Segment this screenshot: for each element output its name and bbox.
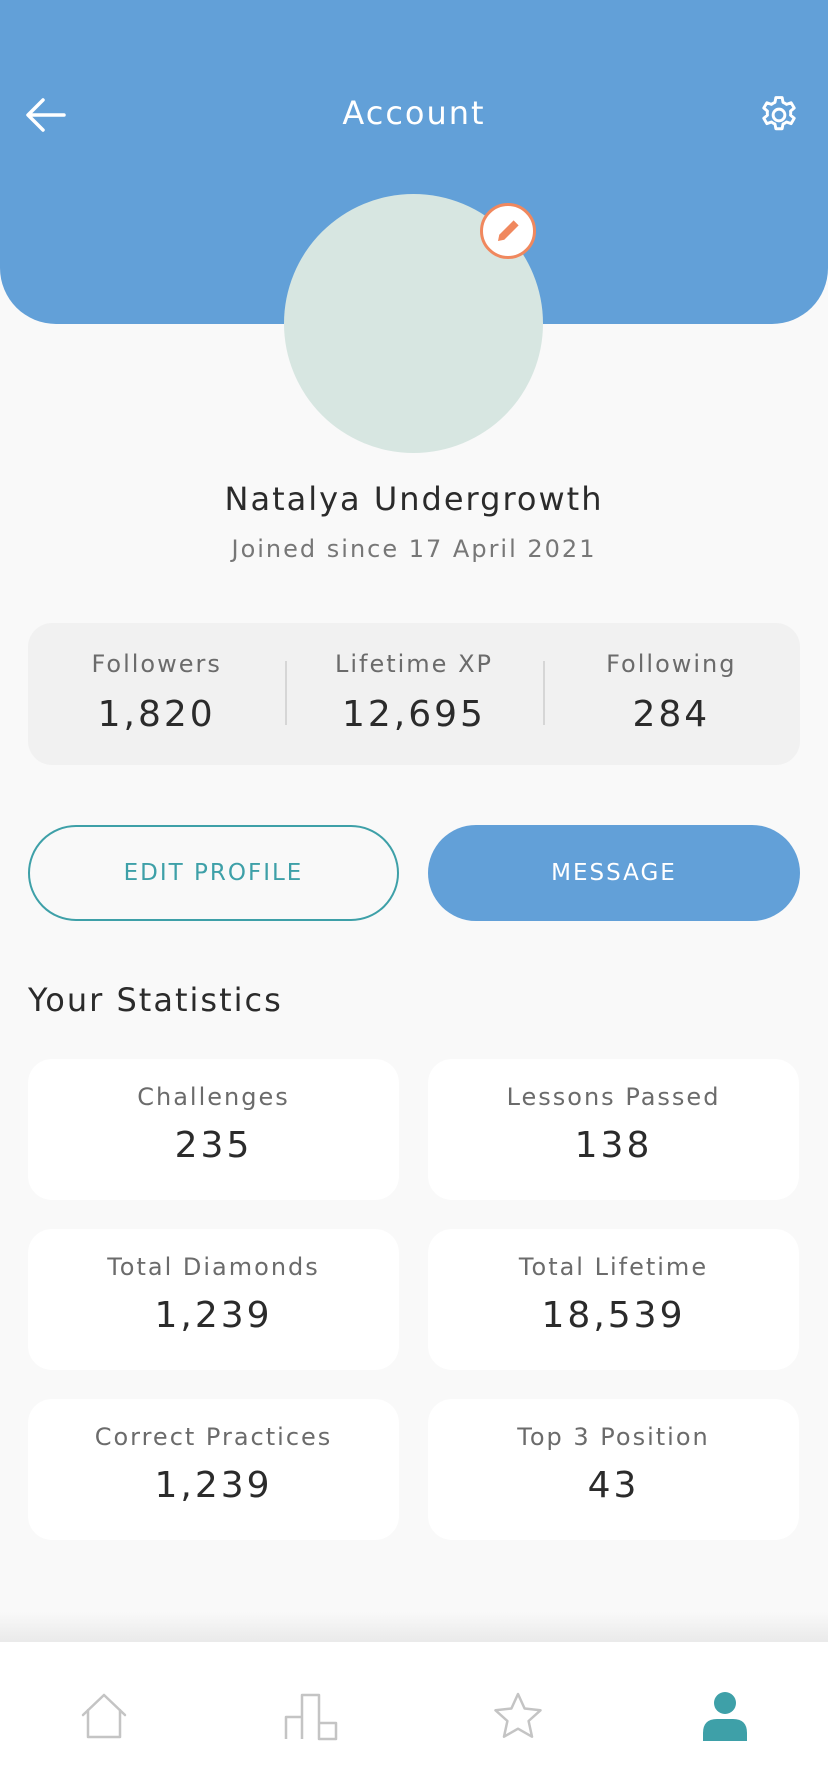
stat-card-lessons-passed: Lessons Passed 138 (428, 1059, 799, 1200)
nav-item-leaderboard[interactable] (207, 1642, 414, 1792)
stat-value: 1,239 (154, 1465, 273, 1506)
stat-card-total-diamonds: Total Diamonds 1,239 (28, 1229, 399, 1370)
leaderboard-icon (284, 1693, 337, 1741)
stat-value: 138 (574, 1125, 653, 1166)
nav-item-favorites[interactable] (414, 1642, 621, 1792)
stat-value: 43 (587, 1465, 640, 1506)
home-icon (81, 1693, 126, 1739)
page-title: Account (342, 94, 486, 132)
stat-label: Challenges (137, 1083, 290, 1111)
edit-profile-button[interactable]: EDIT PROFILE (28, 825, 399, 921)
bottom-nav (0, 1642, 828, 1792)
count-value: 1,820 (97, 694, 216, 735)
user-name: Natalya Undergrowth (224, 480, 604, 518)
stat-value: 1,239 (154, 1295, 273, 1336)
followers-count[interactable]: Followers 1,820 (28, 623, 285, 765)
stat-value: 235 (174, 1125, 253, 1166)
profile-icon (702, 1692, 747, 1741)
count-label: Lifetime XP (334, 650, 493, 678)
nav-shadow (0, 1612, 828, 1642)
stat-card-total-lifetime: Total Lifetime 18,539 (428, 1229, 799, 1370)
pencil-icon (498, 220, 519, 241)
stat-label: Total Diamonds (107, 1253, 320, 1281)
count-label: Followers (91, 650, 222, 678)
joined-date: Joined since 17 April 2021 (231, 535, 597, 563)
stat-card-top-3-position: Top 3 Position 43 (428, 1399, 799, 1540)
stat-card-correct-practices: Correct Practices 1,239 (28, 1399, 399, 1540)
lifetime-xp-count: Lifetime XP 12,695 (285, 623, 542, 765)
stat-value: 18,539 (541, 1295, 686, 1336)
stat-label: Correct Practices (94, 1423, 333, 1451)
edit-avatar-button[interactable] (480, 203, 536, 259)
statistics-heading: Your Statistics (28, 981, 283, 1019)
count-value: 284 (632, 694, 711, 735)
star-icon (493, 1692, 542, 1738)
stat-card-challenges: Challenges 235 (28, 1059, 399, 1200)
nav-item-profile[interactable] (621, 1642, 828, 1792)
stat-label: Lessons Passed (506, 1083, 721, 1111)
count-label: Following (606, 650, 737, 678)
following-count[interactable]: Following 284 (542, 623, 800, 765)
count-value: 12,695 (342, 694, 486, 735)
gear-icon (762, 96, 796, 131)
stat-label: Total Lifetime (518, 1253, 709, 1281)
nav-item-home[interactable] (0, 1642, 207, 1792)
message-button[interactable]: MESSAGE (428, 825, 800, 921)
profile-counts: Followers 1,820 Lifetime XP 12,695 Follo… (28, 623, 800, 765)
stat-label: Top 3 Position (517, 1423, 710, 1451)
settings-button[interactable] (757, 93, 801, 137)
